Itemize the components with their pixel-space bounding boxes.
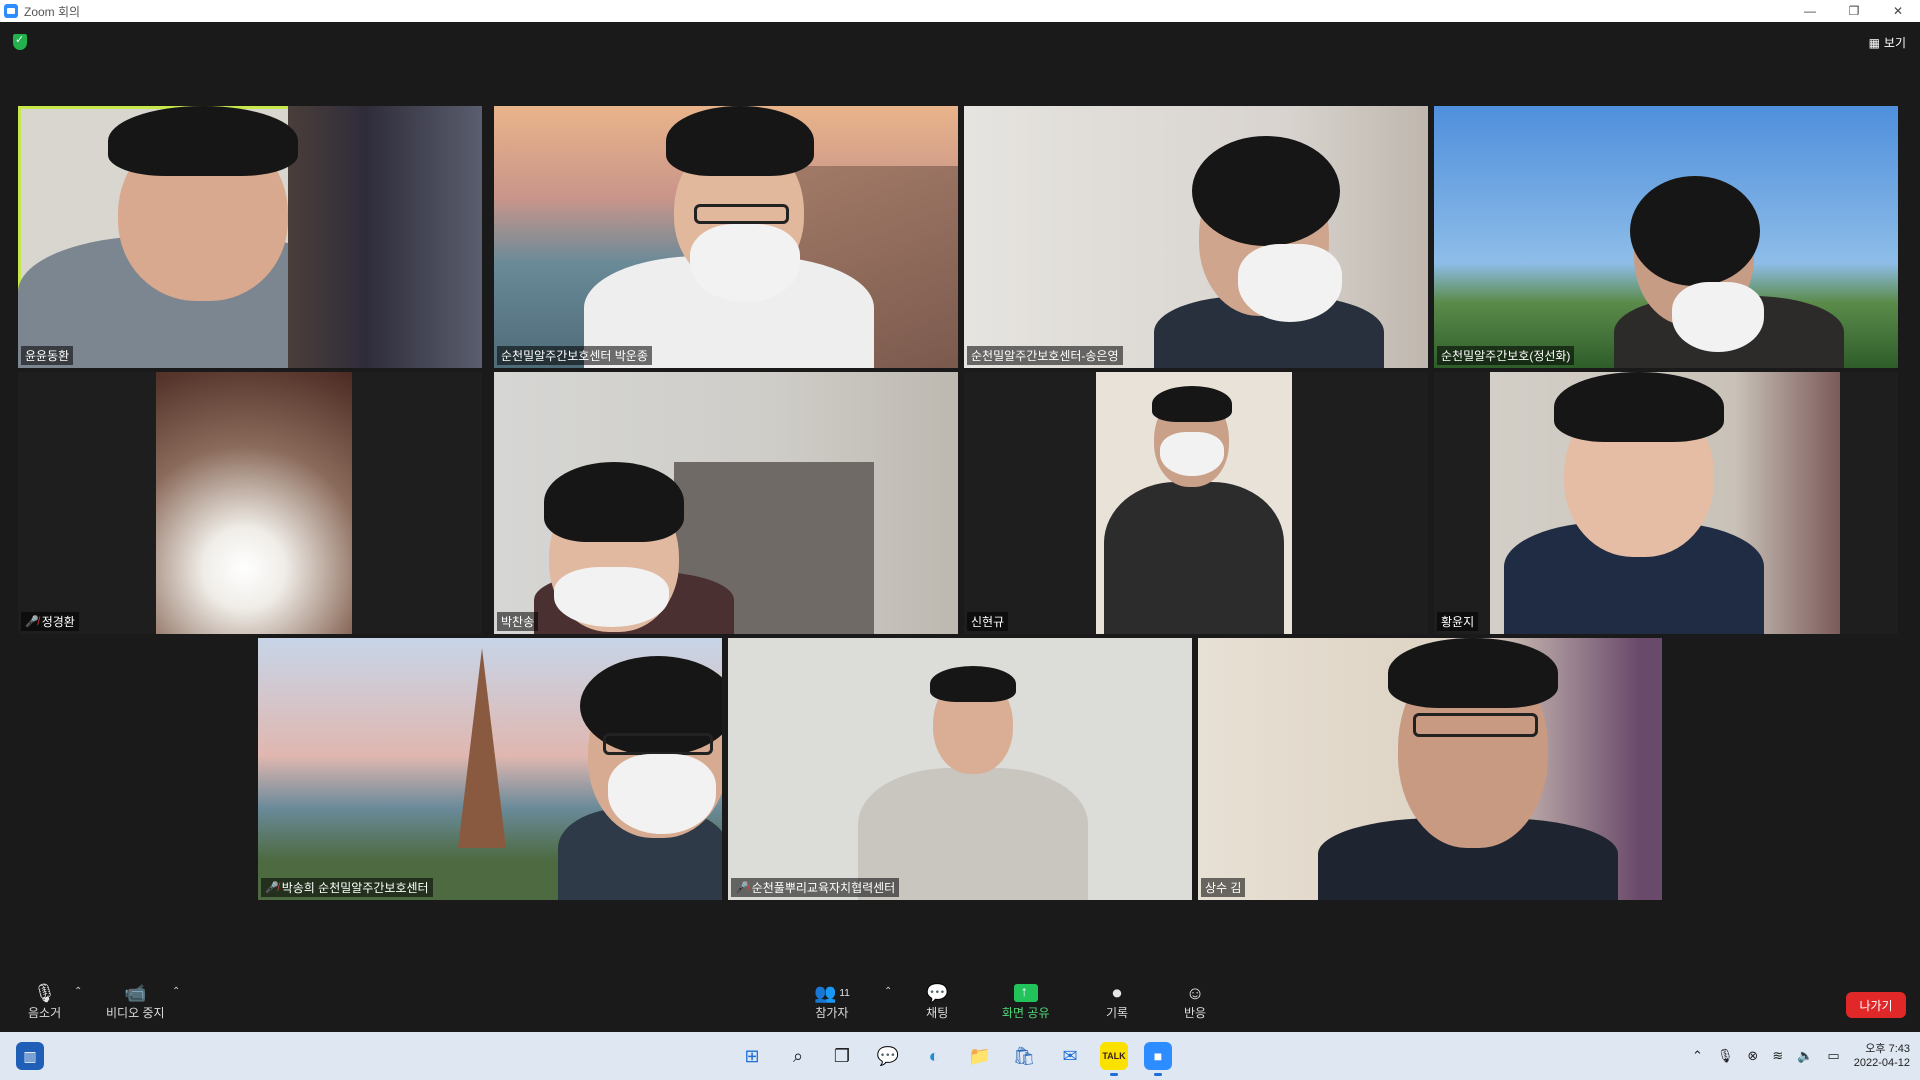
widgets-icon[interactable]: ▥ — [16, 1042, 44, 1070]
video-tile[interactable]: 순천밀알주간보호(정선화) — [1434, 106, 1898, 368]
participant-name-tag: 순천밀알주간보호센터 박운종 — [497, 346, 652, 365]
participant-name-tag: 🎤̸ 박송희 순천밀알주간보호센터 — [261, 878, 433, 897]
video-tile[interactable]: 상수 김 — [1198, 638, 1662, 900]
meeting-area: ▦ 보기 윤윤동환 순천밀알주간보호센터 박운종 순천밀알주간보호센터-송은영 … — [0, 22, 1920, 972]
window-title: Zoom 회의 — [24, 4, 81, 19]
search-icon[interactable]: ⌕ — [784, 1042, 812, 1070]
participant-name-tag: 순천밀알주간보호(정선화) — [1437, 346, 1575, 365]
muted-mic-icon: 🎤̸ — [25, 616, 39, 628]
video-tile[interactable]: 🎤̸ 정경환 — [18, 372, 482, 634]
chat-bubble-icon: 💬 — [926, 982, 949, 1003]
grid-view-icon: ▦ — [1868, 35, 1880, 50]
participants-count: 11 — [839, 987, 850, 999]
participant-name-tag: 🎤̸ 순천풀뿌리교육자치협력센터 — [731, 878, 900, 897]
video-tile[interactable]: 박찬송 — [494, 372, 958, 634]
video-tile[interactable]: 순천밀알주간보호센터 박운종 — [494, 106, 958, 368]
participants-label: 참가자 — [815, 1006, 849, 1020]
leave-meeting-button[interactable]: 나가기 — [1846, 992, 1906, 1018]
mute-button[interactable]: 🎙 음소거 — [28, 982, 61, 1021]
reactions-button[interactable]: ☺ 반응 — [1184, 982, 1206, 1021]
zoom-icon[interactable]: ■ — [1144, 1042, 1172, 1076]
video-tile[interactable]: 윤윤동환 — [18, 106, 482, 368]
kakaotalk-icon[interactable]: TALK — [1100, 1042, 1128, 1076]
microphone-icon: 🎙 — [33, 982, 56, 1003]
stop-video-label: 비디오 중지 — [106, 1006, 165, 1020]
stop-video-button[interactable]: 📹 비디오 중지 — [106, 982, 165, 1021]
record-button[interactable]: ⏺ 기록 — [1106, 982, 1128, 1021]
system-tray: ⌃ 🎙 ⊗ ≋ 🔈 ▭ 오후 7:43 2022-04-12 — [1692, 1032, 1910, 1080]
mail-icon[interactable]: ✉ — [1056, 1042, 1084, 1070]
minimize-button[interactable]: — — [1788, 0, 1832, 22]
speaker-icon[interactable]: 🔈 — [1797, 1048, 1813, 1064]
zoom-app-icon — [4, 4, 18, 18]
participant-name-tag: 황윤지 — [1437, 612, 1479, 631]
clock-time: 오후 7:43 — [1865, 1043, 1910, 1055]
share-screen-icon — [1013, 983, 1038, 1002]
chat-label: 채팅 — [926, 1006, 949, 1020]
video-camera-icon: 📹 — [124, 982, 147, 1003]
record-label: 기록 — [1106, 1006, 1129, 1020]
battery-icon[interactable]: ▭ — [1827, 1048, 1839, 1064]
microphone-icon[interactable]: 🎙 — [1717, 1048, 1734, 1064]
windows-taskbar: ▥ ⊞ ⌕ ❐ 💬 ◐ 📁 🛍 ✉ TALK ■ ⌃ 🎙 ⊗ ≋ 🔈 ▭ 오후 … — [0, 1032, 1920, 1080]
muted-mic-icon: 🎤̸ — [735, 882, 749, 894]
clock[interactable]: 오후 7:43 2022-04-12 — [1854, 1042, 1910, 1070]
start-icon[interactable]: ⊞ — [738, 1042, 766, 1070]
task-view-icon[interactable]: ❐ — [828, 1042, 856, 1070]
participant-name-tag: 박찬송 — [497, 612, 539, 631]
participant-name-tag: 상수 김 — [1201, 878, 1246, 897]
share-screen-label: 화면 공유 — [1002, 1006, 1050, 1020]
video-tile[interactable]: 황윤지 — [1434, 372, 1898, 634]
participants-icon: 👥 11 — [814, 982, 850, 1003]
participants-options-caret-icon[interactable]: ⌃ — [884, 986, 892, 997]
store-icon[interactable]: 🛍 — [1010, 1042, 1038, 1070]
video-tile[interactable]: 🎤̸ 순천풀뿌리교육자치협력센터 — [728, 638, 1192, 900]
chat-button[interactable]: 💬 채팅 — [926, 982, 948, 1021]
view-button[interactable]: ▦ 보기 — [1869, 34, 1906, 51]
share-screen-button[interactable]: 화면 공유 — [1002, 982, 1050, 1021]
title-bar: Zoom 회의 — ❐ ✕ — [0, 0, 1920, 22]
restore-button[interactable]: ❐ — [1832, 0, 1876, 22]
participant-name-tag: 🎤̸ 정경환 — [21, 612, 79, 631]
video-tile[interactable]: 순천밀알주간보호센터-송은영 — [964, 106, 1428, 368]
teams-chat-icon[interactable]: 💬 — [874, 1042, 902, 1070]
edge-icon[interactable]: ◐ — [920, 1042, 948, 1070]
participant-name-tag: 순천밀알주간보호센터-송은영 — [967, 346, 1123, 365]
close-circle-icon[interactable]: ⊗ — [1747, 1048, 1758, 1064]
view-label: 보기 — [1883, 36, 1906, 50]
security-shield-icon[interactable] — [13, 33, 27, 50]
show-hidden-icons-icon[interactable]: ⌃ — [1692, 1048, 1703, 1064]
smiley-icon: ☺ — [1185, 982, 1205, 1003]
video-tile[interactable]: 신현규 — [964, 372, 1428, 634]
meeting-toolbar: 🎙 음소거 ⌃ 📹 비디오 중지 ⌃ 👥11 참가자 ⌃ 💬 채팅 화면 공유 … — [0, 972, 1920, 1032]
close-button[interactable]: ✕ — [1876, 0, 1920, 22]
participant-name-tag: 윤윤동환 — [21, 346, 74, 365]
wifi-icon[interactable]: ≋ — [1772, 1048, 1783, 1064]
mute-label: 음소거 — [28, 1006, 62, 1020]
clock-date: 2022-04-12 — [1853, 1057, 1910, 1069]
video-tile[interactable]: 🎤̸ 박송희 순천밀알주간보호센터 — [258, 638, 722, 900]
participant-name-tag: 신현규 — [967, 612, 1009, 631]
video-options-caret-icon[interactable]: ⌃ — [172, 986, 180, 997]
audio-options-caret-icon[interactable]: ⌃ — [74, 986, 82, 997]
record-icon: ⏺ — [1112, 982, 1122, 1003]
window-controls: — ❐ ✕ — [1788, 0, 1920, 22]
participants-button[interactable]: 👥 11 참가자 — [814, 982, 850, 1021]
file-explorer-icon[interactable]: 📁 — [966, 1042, 994, 1070]
muted-mic-icon: 🎤̸ — [265, 882, 279, 894]
reactions-label: 반응 — [1184, 1006, 1207, 1020]
